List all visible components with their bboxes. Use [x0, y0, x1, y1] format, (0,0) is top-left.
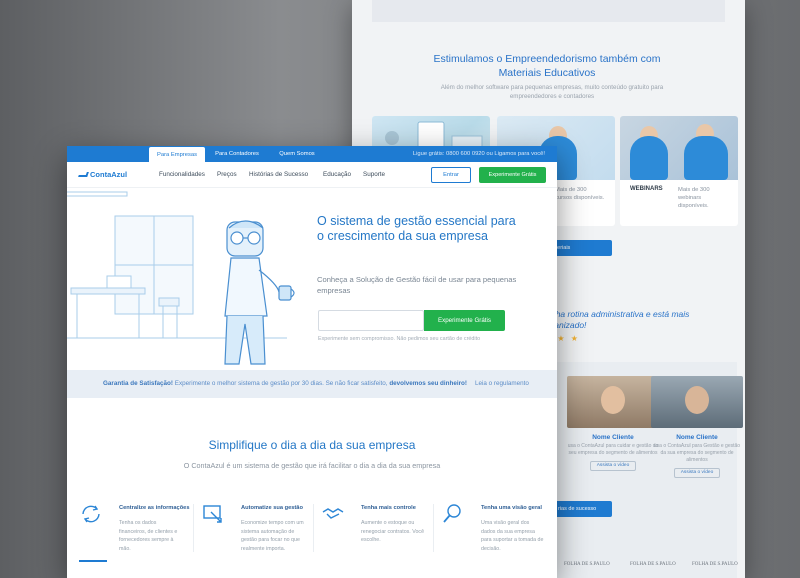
- materials-heading: Estimulamos o Empreendedorismo também co…: [433, 53, 661, 79]
- tab-para-empresas[interactable]: Para Empresas: [149, 147, 205, 162]
- guarantee-text: Experimente o melhor sistema de gestão p…: [173, 380, 390, 387]
- nav-precos[interactable]: Preços: [217, 171, 237, 178]
- tab-para-contadores[interactable]: Para Contadores: [209, 146, 265, 162]
- hero-subtitle: Conheça a Solução de Gestão fácil de usa…: [317, 275, 517, 295]
- feature-desc: Economize tempo com um sistema automação…: [241, 520, 304, 552]
- testimonial-card[interactable]: Nome Cliente usa o ContaAzul para Gestão…: [651, 376, 743, 478]
- person-shirt: [630, 136, 668, 180]
- client-desc: usa o ContaAzul para cuidar e gestão do …: [567, 443, 659, 456]
- press-logo: FOLHA DE S.PAULO: [692, 562, 738, 567]
- top-bar: Para Empresas Para Contadores Quem Somos…: [67, 146, 557, 162]
- logo-text: ContaAzul: [90, 170, 128, 179]
- feature-desc: Aumente o estoque ou renegociar contrato…: [361, 520, 425, 543]
- login-button[interactable]: Entrar: [431, 167, 471, 183]
- material-card-webinars[interactable]: WEBINARS Mais de 300 webinars disponívei…: [620, 116, 738, 226]
- testimonial-quote: minha rotina administrativa e está mais …: [542, 309, 690, 330]
- read-rules-link[interactable]: Leia o regulamento: [475, 380, 529, 387]
- email-field[interactable]: [318, 310, 424, 331]
- feature-desc: Tenha os dados financeiros, de clientes …: [119, 520, 178, 552]
- press-logo: FOLHA DE S.PAULO: [630, 562, 676, 567]
- card-webinars-image: [620, 116, 738, 180]
- guarantee-label: Garantia de Satisfação!: [103, 380, 173, 387]
- phone-contact[interactable]: Ligue grátis: 0800 600 0920 ou Ligamos p…: [413, 146, 545, 162]
- materials-subheading: Além do melhor software para pequenas em…: [440, 84, 664, 100]
- simplify-title: Simplifique o dia a dia da sua empresa: [208, 438, 416, 452]
- magnifier-icon: [443, 504, 461, 523]
- logo-check-icon: [78, 172, 89, 177]
- feature-title: Tenha uma visão geral: [481, 505, 542, 511]
- client-photo: [567, 376, 659, 428]
- sync-icon: [82, 505, 100, 523]
- top-band: [372, 0, 725, 22]
- face: [601, 386, 625, 414]
- nav-suporte[interactable]: Suporte: [363, 171, 385, 178]
- feature-title: Centralize as informações: [119, 505, 190, 511]
- feature-title: Tenha mais controle: [361, 505, 416, 511]
- tab-quem-somos[interactable]: Quem Somos: [269, 146, 325, 162]
- divider: [313, 504, 314, 552]
- simplify-subtitle: O ContaAzul é um sistema de gestão que i…: [183, 461, 441, 470]
- try-free-button[interactable]: Experimente Grátis: [479, 167, 546, 183]
- client-name: Nome Cliente: [592, 434, 634, 441]
- watch-video-button[interactable]: Assista o vídeo: [674, 468, 720, 478]
- active-feature-indicator: [79, 560, 107, 562]
- card-label: WEBINARS: [630, 186, 663, 192]
- hero-title: O sistema de gestão essencial para o cre…: [317, 214, 516, 243]
- nav-educacao[interactable]: Educação: [323, 171, 351, 178]
- card-desc: Mais de 300 webinars disponíveis.: [678, 187, 710, 209]
- testimonial-card[interactable]: Nome Cliente usa o ContaAzul para cuidar…: [567, 376, 659, 471]
- hero-note: Experimente sem compromisso. Não pedimos…: [318, 336, 481, 342]
- hero-illustration: [67, 191, 295, 365]
- main-nav: ContaAzul Funcionalidades Preços Históri…: [67, 162, 557, 188]
- divider: [193, 504, 194, 552]
- guarantee-banner: Garantia de Satisfação! Experimente o me…: [67, 370, 557, 398]
- card-desc: Mais de 300 cursos disponíveis.: [555, 187, 605, 201]
- divider: [433, 504, 434, 552]
- nav-historias[interactable]: Histórias de Sucesso: [249, 171, 308, 178]
- press-logo: FOLHA DE S.PAULO: [564, 562, 610, 567]
- client-photo: [651, 376, 743, 428]
- guarantee-bold: devolvemos seu dinheiro!: [389, 380, 467, 387]
- foreground-page: Para Empresas Para Contadores Quem Somos…: [67, 146, 557, 578]
- client-desc: usa o ContaAzul para Gestão e gestão da …: [653, 443, 741, 463]
- client-name: Nome Cliente: [676, 434, 718, 441]
- face: [685, 386, 709, 414]
- hero-try-free-button[interactable]: Experimente Grátis: [424, 310, 505, 331]
- feature-title: Automatize sua gestão: [241, 505, 303, 511]
- watch-video-button[interactable]: Assista o vídeo: [590, 461, 636, 471]
- handshake-icon: [322, 508, 344, 519]
- hero-section: O sistema de gestão essencial para o cre…: [67, 188, 557, 370]
- contaazul-logo[interactable]: ContaAzul: [78, 170, 128, 179]
- nav-funcionalidades[interactable]: Funcionalidades: [159, 171, 205, 178]
- feature-desc: Uma visão geral dos dados da sua empresa…: [481, 520, 544, 552]
- automation-icon: [203, 505, 222, 523]
- person-shirt: [684, 136, 728, 180]
